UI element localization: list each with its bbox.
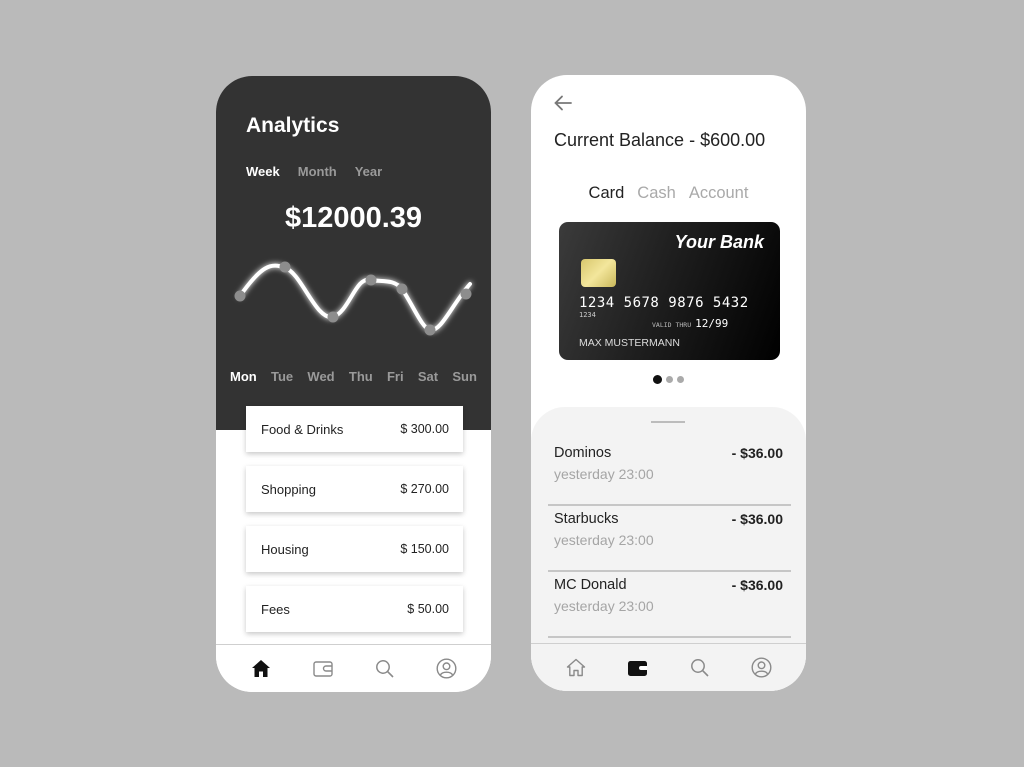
wave-point-wed xyxy=(327,311,339,323)
transaction-time: yesterday 23:00 xyxy=(554,532,654,548)
wave-point-sat xyxy=(424,324,436,336)
day-thu[interactable]: Thu xyxy=(349,369,373,384)
balance-title: Current Balance - $600.00 xyxy=(554,130,766,150)
card-carousel-indicator xyxy=(531,375,806,384)
transaction-time: yesterday 23:00 xyxy=(554,598,654,614)
wallet-icon[interactable] xyxy=(626,656,650,680)
card-expiry-value: 12/99 xyxy=(695,317,729,330)
category-amount: $ 270.00 xyxy=(400,482,449,496)
wave-point-sun xyxy=(460,288,472,300)
tab-cash[interactable]: Cash xyxy=(637,184,676,203)
arrow-left-icon xyxy=(554,95,572,111)
tab-month[interactable]: Month xyxy=(298,164,337,179)
category-name: Shopping xyxy=(261,481,316,497)
wave-point-mon xyxy=(234,290,246,302)
transaction-row-mcdonald[interactable]: MC Donald yesterday 23:00 - $36.00 xyxy=(548,572,791,638)
category-amount: $ 50.00 xyxy=(407,602,449,616)
day-sun[interactable]: Sun xyxy=(452,369,477,384)
carousel-dot-2[interactable] xyxy=(666,376,673,383)
category-list: Food & Drinks $ 300.00 Shopping $ 270.00… xyxy=(246,406,463,646)
category-amount: $ 150.00 xyxy=(400,542,449,556)
card-bank-name: Your Bank xyxy=(674,232,764,252)
search-icon[interactable] xyxy=(687,656,711,680)
carousel-dot-3[interactable] xyxy=(677,376,684,383)
credit-card[interactable]: Your Bank 1234 5678 9876 5432 1234 VALID… xyxy=(559,222,780,360)
profile-icon[interactable] xyxy=(749,656,773,680)
transaction-name: MC Donald xyxy=(554,577,627,593)
page-title: Analytics xyxy=(246,114,340,137)
transaction-row-starbucks[interactable]: Starbucks yesterday 23:00 - $36.00 xyxy=(548,506,791,572)
wallet-icon[interactable] xyxy=(311,657,335,681)
category-row-shopping[interactable]: Shopping $ 270.00 xyxy=(246,466,463,512)
transaction-amount: - $36.00 xyxy=(731,511,783,527)
bottom-nav xyxy=(531,643,806,691)
home-icon[interactable] xyxy=(249,657,273,681)
category-name: Food & Drinks xyxy=(261,421,344,437)
transaction-list: Dominos yesterday 23:00 - $36.00 Starbuc… xyxy=(548,440,791,638)
category-name: Housing xyxy=(261,541,309,557)
balance-screen: Current Balance - $600.00 Card Cash Acco… xyxy=(531,75,806,691)
transaction-amount: - $36.00 xyxy=(731,445,783,461)
card-expiry: VALID THRU 12/99 xyxy=(652,317,728,330)
wave-point-fri xyxy=(396,283,408,295)
carousel-dot-1[interactable] xyxy=(653,375,662,384)
transaction-time: yesterday 23:00 xyxy=(554,466,654,482)
day-tue[interactable]: Tue xyxy=(271,369,293,384)
back-button[interactable] xyxy=(553,95,573,116)
bottom-nav xyxy=(216,644,491,692)
spending-wave-graph xyxy=(234,261,472,336)
weekday-selector: Mon Tue Wed Thu Fri Sat Sun xyxy=(230,369,477,384)
transaction-name: Starbucks xyxy=(554,511,619,527)
wave-point-tue xyxy=(279,261,291,273)
wave-line xyxy=(238,263,472,332)
profile-icon[interactable] xyxy=(434,657,458,681)
period-tabs: Week Month Year xyxy=(246,164,382,179)
day-mon[interactable]: Mon xyxy=(230,369,257,384)
transaction-row-dominos[interactable]: Dominos yesterday 23:00 - $36.00 xyxy=(548,440,791,506)
tab-year[interactable]: Year xyxy=(355,164,382,179)
category-row-food[interactable]: Food & Drinks $ 300.00 xyxy=(246,406,463,452)
day-sat[interactable]: Sat xyxy=(418,369,438,384)
tab-week[interactable]: Week xyxy=(246,164,280,179)
tab-account[interactable]: Account xyxy=(689,184,749,203)
total-amount: $12000.39 xyxy=(284,202,423,234)
analytics-header-panel: Analytics Week Month Year $12000.39 Mon … xyxy=(216,76,491,430)
card-expiry-label: VALID THRU xyxy=(652,321,692,329)
category-row-fees[interactable]: Fees $ 50.00 xyxy=(246,586,463,632)
card-small-number: 1234 xyxy=(579,311,596,319)
transaction-amount: - $36.00 xyxy=(731,577,783,593)
day-wed[interactable]: Wed xyxy=(307,369,334,384)
analytics-screen: Analytics Week Month Year $12000.39 Mon … xyxy=(216,76,491,692)
card-number: 1234 5678 9876 5432 xyxy=(579,295,749,311)
sheet-drag-handle[interactable] xyxy=(651,421,685,423)
card-chip-icon xyxy=(581,259,616,287)
category-row-housing[interactable]: Housing $ 150.00 xyxy=(246,526,463,572)
home-icon[interactable] xyxy=(564,656,588,680)
search-icon[interactable] xyxy=(372,657,396,681)
card-holder-name: MAX MUSTERMANN xyxy=(579,337,680,349)
transaction-name: Dominos xyxy=(554,445,612,461)
category-amount: $ 300.00 xyxy=(400,422,449,436)
wave-point-thu xyxy=(365,274,377,286)
category-name: Fees xyxy=(261,601,290,617)
tab-card[interactable]: Card xyxy=(589,184,625,203)
payment-tabs: Card Cash Account xyxy=(531,184,806,203)
day-fri[interactable]: Fri xyxy=(387,369,404,384)
